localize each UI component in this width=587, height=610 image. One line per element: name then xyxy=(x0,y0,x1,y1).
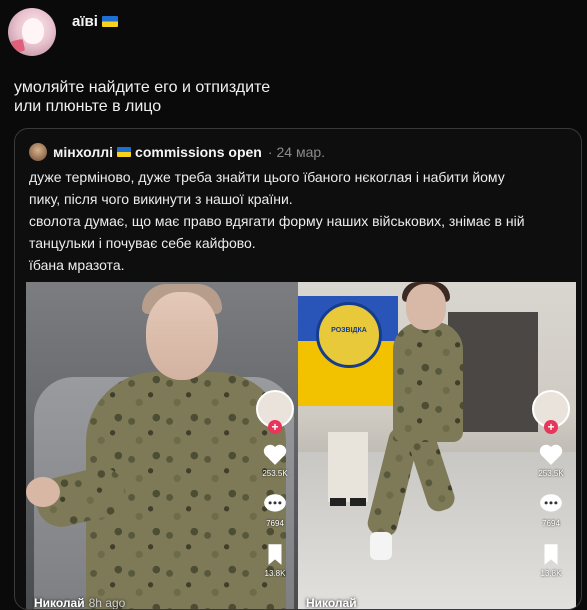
tiktok-username: Николай xyxy=(306,596,357,610)
emblem-text: РОЗВІДКА xyxy=(331,327,367,334)
quoted-body-line: танцульки і почуває себе кайфово. xyxy=(29,235,256,251)
quoted-body-line: пику, після чого викинути з нашої країни… xyxy=(29,191,293,207)
heart-icon[interactable] xyxy=(538,442,564,466)
comment-icon[interactable] xyxy=(262,492,288,516)
face xyxy=(146,292,218,380)
save-count: 13.8K xyxy=(540,569,562,578)
post-text: умоляйте найдите его и отпиздите или плю… xyxy=(14,78,270,116)
media-image-right[interactable]: РОЗВІДКА + 253.5K 7694 13.8K Николай xyxy=(298,282,576,610)
hand xyxy=(26,477,60,507)
post-header: аїві xyxy=(8,8,118,56)
quoted-post-body: дуже терміново, дуже треба знайти цього … xyxy=(29,166,525,276)
white-sock xyxy=(370,532,392,560)
tiktok-username-text: Николай xyxy=(34,596,85,610)
comment-count: 7694 xyxy=(266,519,284,528)
quoted-body-line: дуже терміново, дуже треба знайти цього … xyxy=(29,169,505,185)
quoted-post-header: мінхоллі commissions open · 24 мар. xyxy=(29,143,325,161)
media-image-left[interactable]: + 253.5K 7694 13.8K Николай 8h ago xyxy=(26,282,300,610)
ukraine-flag-icon xyxy=(101,16,118,27)
plus-icon[interactable]: + xyxy=(268,420,282,434)
post-text-line: или плюньте в лицо xyxy=(14,98,162,115)
tiktok-action-rail: + 253.5K 7694 13.8K xyxy=(252,390,298,578)
ukraine-flag-icon xyxy=(117,147,132,157)
like-count: 253.5K xyxy=(538,469,564,478)
creator-avatar[interactable]: + xyxy=(532,390,570,434)
comment-count: 7694 xyxy=(542,519,560,528)
author-name[interactable]: аїві xyxy=(72,13,118,30)
quoted-post[interactable]: мінхоллі commissions open · 24 мар. дуже… xyxy=(14,128,582,610)
intelligence-emblem: РОЗВІДКА xyxy=(316,302,382,368)
quoted-author-avatar[interactable] xyxy=(29,143,47,161)
author-name-text: аїві xyxy=(72,13,98,30)
heart-icon[interactable] xyxy=(262,442,288,466)
tiktok-username-text: Николай xyxy=(306,596,357,610)
tiktok-action-rail: + 253.5K 7694 13.8K xyxy=(528,390,574,578)
post-text-line: умоляйте найдите его и отпиздите xyxy=(14,79,271,96)
camo-uniform xyxy=(393,322,463,442)
background-person xyxy=(328,432,368,506)
separator-dot: · xyxy=(267,144,273,160)
quoted-author-name[interactable]: мінхоллі xyxy=(53,144,113,160)
quoted-body-line: їбана мразота. xyxy=(29,257,125,273)
comment-icon[interactable] xyxy=(538,492,564,516)
author-avatar[interactable] xyxy=(8,8,56,56)
quoted-post-date[interactable]: 24 мар. xyxy=(277,144,326,160)
face xyxy=(406,284,446,330)
quoted-body-line: сволота думає, що має право вдягати форм… xyxy=(29,213,525,229)
creator-avatar[interactable]: + xyxy=(256,390,294,434)
slipper xyxy=(330,498,346,506)
bookmark-icon[interactable] xyxy=(262,542,288,566)
posted-ago: 8h ago xyxy=(88,596,126,610)
slipper xyxy=(350,498,366,506)
like-count: 253.5K xyxy=(262,469,288,478)
save-count: 13.8K xyxy=(264,569,286,578)
quoted-author-suffix: commissions open xyxy=(135,144,262,160)
tiktok-username: Николай 8h ago xyxy=(34,596,126,610)
bookmark-icon[interactable] xyxy=(538,542,564,566)
plus-icon[interactable]: + xyxy=(544,420,558,434)
